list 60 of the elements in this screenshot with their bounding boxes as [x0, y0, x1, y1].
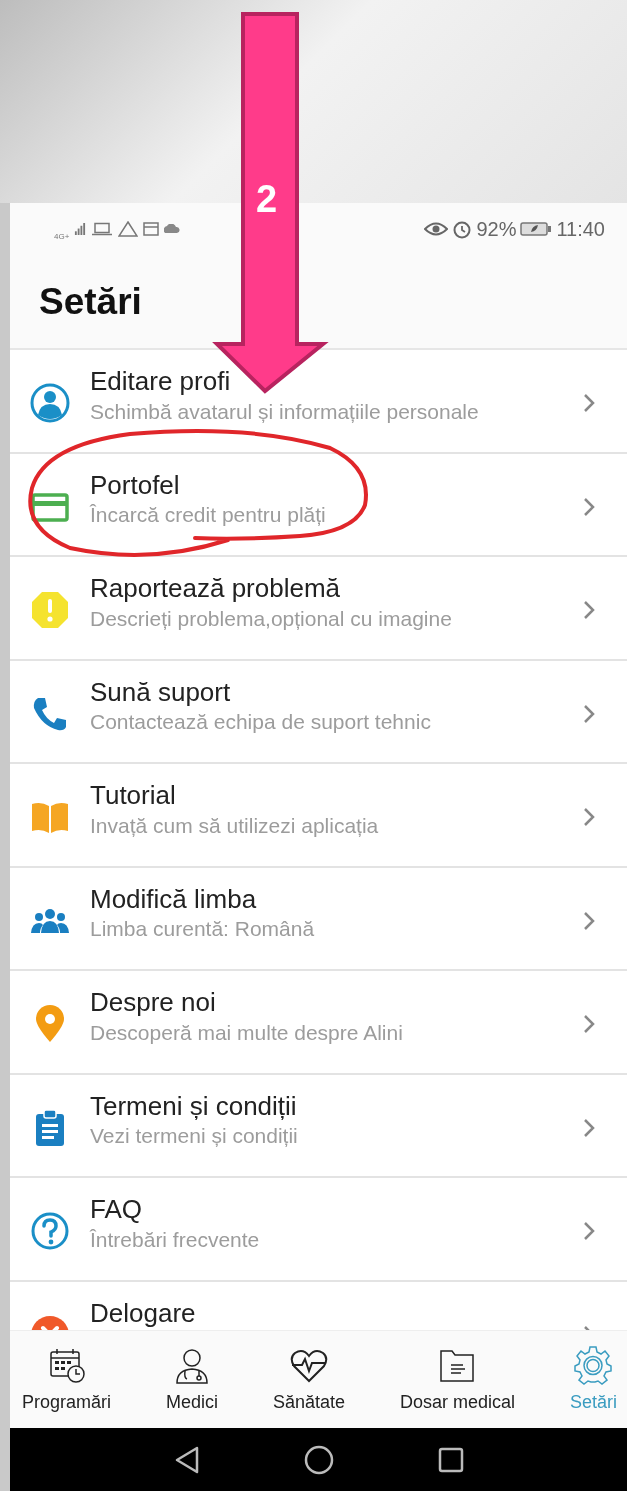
- signal-icon: [74, 222, 87, 236]
- item-description: Descoperă mai multe despre Alini: [90, 1019, 403, 1046]
- clock-time: 11:40: [556, 217, 605, 241]
- nav-tab[interactable]: Programări: [18, 1331, 116, 1428]
- item-title: Portofel: [90, 470, 180, 501]
- item-title: Delogare: [90, 1298, 196, 1329]
- chevron-right-icon: [583, 807, 595, 827]
- battery-icon: [520, 221, 553, 237]
- chevron-right-icon: [583, 1221, 595, 1241]
- recent-apps-icon[interactable]: [437, 1446, 464, 1473]
- settings-item[interactable]: Despre noi Descoperă mai multe despre Alini: [10, 971, 627, 1075]
- item-title: Modifică limba: [90, 884, 257, 915]
- item-title: Editare profi: [90, 367, 231, 397]
- settings-item[interactable]: FAQ Întrebări frecvente: [10, 1178, 627, 1282]
- settings-item[interactable]: Modifică limba Limba curentă: Română: [10, 867, 627, 971]
- settings-item[interactable]: Termeni și condiții Vezi termeni și condiții: [10, 1074, 627, 1178]
- item-title: Termeni și condiții: [90, 1091, 297, 1122]
- calendar-icon: [143, 222, 160, 236]
- item-title: Raportează problemă: [90, 574, 341, 604]
- settings-item[interactable]: Raportează problemă Descrieți problema,opțional cu imagine: [10, 557, 627, 661]
- home-icon[interactable]: [303, 1444, 334, 1475]
- item-description: Întrebări frecvente: [90, 1226, 260, 1253]
- chevron-right-icon: [583, 393, 595, 413]
- settings-icon: [573, 1346, 614, 1386]
- item-title: FAQ: [90, 1195, 142, 1225]
- item-description: Limba curentă: Română: [90, 916, 315, 942]
- settings-item[interactable]: Tutorial Invață cum să utilizezi aplicația: [10, 764, 627, 868]
- chevron-right-icon: [583, 1117, 595, 1138]
- item-description: Descrieți problema,opțional cu imagine: [90, 605, 452, 632]
- network-type: 4G+: [54, 231, 70, 241]
- chevron-right-icon: [583, 496, 595, 517]
- item-description: Schimbă avatarul și informațiile personale: [90, 398, 479, 425]
- alarm-icon: [452, 219, 473, 239]
- item-description: Invață cum să utilizezi aplicația: [90, 812, 379, 839]
- chevron-right-icon: [583, 600, 595, 620]
- item-description: Încarcă credit pentru plăți: [90, 502, 326, 528]
- nav-tab[interactable]: Medici: [162, 1331, 222, 1428]
- profile-icon: [30, 383, 70, 423]
- laptop-icon: [91, 222, 114, 236]
- settings-item[interactable]: Portofel Încarcă credit pentru plăți: [10, 453, 627, 557]
- cloud-icon: [164, 224, 181, 234]
- chevron-right-icon: [583, 1014, 595, 1034]
- item-description: Vezi termeni și condiții: [90, 1123, 298, 1149]
- item-title: Tutorial: [90, 781, 176, 811]
- warning-triangle-icon: [118, 221, 139, 237]
- settings-item[interactable]: Sună suport Contactează echipa de suport tehnic: [10, 660, 627, 764]
- item-description: Contactează echipa de suport tehnic: [90, 709, 431, 735]
- warning-icon: [30, 590, 70, 630]
- nav-tab[interactable]: Sănătate: [268, 1331, 349, 1428]
- step-number: 2: [256, 178, 278, 221]
- item-title: Despre noi: [90, 988, 216, 1018]
- chevron-right-icon: [583, 910, 595, 931]
- help-icon: [30, 1211, 70, 1251]
- battery-percent: 92%: [476, 217, 517, 241]
- item-title: Sună suport: [90, 677, 231, 708]
- chevron-right-icon: [583, 703, 595, 724]
- page-title: Setări: [39, 280, 142, 323]
- eye-icon: [424, 221, 449, 237]
- back-icon[interactable]: [173, 1445, 200, 1474]
- nav-tab[interactable]: Dosar medical: [395, 1331, 519, 1428]
